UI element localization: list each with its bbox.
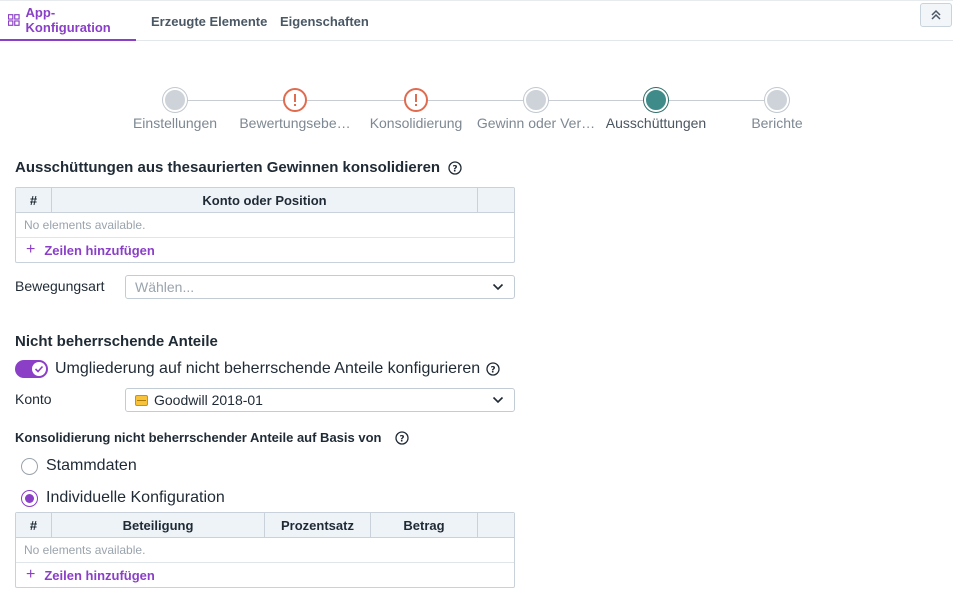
konto-label: Konto (15, 391, 52, 407)
grid-empty-message: No elements available. (16, 538, 514, 563)
warning-icon (283, 88, 307, 112)
svg-text:?: ? (452, 164, 457, 174)
step-dot (524, 88, 548, 112)
add-rows-button[interactable]: + Zeilen hinzufügen (16, 238, 514, 262)
step-konsolidierung[interactable]: Konsolidierung (346, 88, 486, 131)
step-dot-active (644, 88, 668, 112)
select-value: Goodwill 2018-01 (154, 392, 263, 408)
add-rows-label: Zeilen hinzufügen (44, 242, 155, 258)
bewegungsart-label: Bewegungsart (15, 278, 105, 294)
beteiligungen-grid: # Beteiligung Prozentsatz Betrag No elem… (15, 512, 515, 588)
tab-erzeugte-elemente[interactable]: Erzeugte Elemente (151, 1, 267, 41)
column-header-number: # (16, 513, 52, 537)
check-icon (34, 365, 44, 373)
column-header-actions (478, 513, 514, 537)
column-header-betrag: Betrag (371, 513, 478, 537)
add-rows-button[interactable]: + Zeilen hinzufügen (16, 563, 514, 587)
chevron-down-icon (492, 283, 504, 291)
select-placeholder: Wählen... (135, 279, 195, 295)
plus-icon: + (26, 241, 36, 258)
grid-icon (8, 14, 20, 26)
help-icon[interactable]: ? (486, 362, 500, 376)
add-rows-label: Zeilen hinzufügen (44, 567, 155, 583)
konto-select[interactable]: Goodwill 2018-01 (125, 388, 515, 412)
account-icon (135, 394, 148, 406)
column-header-prozentsatz: Prozentsatz (265, 513, 371, 537)
wizard-stepper: Einstellungen Bewertungsebe… Konsolidier… (0, 88, 953, 138)
step-label: Einstellungen (132, 115, 218, 131)
radio-button-checked[interactable] (21, 489, 38, 507)
grid-header: # Beteiligung Prozentsatz Betrag (16, 513, 514, 538)
warning-icon (404, 88, 428, 112)
column-header-beteiligung: Beteiligung (52, 513, 265, 537)
step-einstellungen[interactable]: Einstellungen (105, 88, 245, 131)
step-ausschuettungen[interactable]: Ausschüttungen (586, 88, 726, 131)
column-header-actions (478, 188, 514, 212)
radio-label: Stammdaten (46, 457, 137, 474)
section-title-ausschuettungen: Ausschüttungen aus thesaurierten Gewinne… (15, 159, 462, 176)
svg-text:?: ? (491, 366, 496, 376)
step-label: Berichte (751, 115, 803, 131)
umgliederung-toggle[interactable] (15, 360, 48, 378)
tab-label: Eigenschaften (280, 13, 369, 29)
step-dot (163, 88, 187, 112)
radio-stammdaten[interactable]: Stammdaten (21, 457, 137, 475)
umgliederung-toggle-row: Umgliederung auf nicht beherrschende Ant… (15, 360, 500, 378)
section-title-nicht-beherrschende-anteile: Nicht beherrschende Anteile (15, 333, 218, 350)
basis-heading: Konsolidierung nicht beherrschender Ante… (15, 430, 410, 445)
step-gewinn-oder-verlust[interactable]: Gewinn oder Ver… (466, 88, 606, 131)
chevron-down-icon (492, 396, 504, 404)
tab-label: Erzeugte Elemente (151, 13, 268, 29)
step-label: Gewinn oder Ver… (476, 115, 596, 131)
plus-icon: + (26, 566, 36, 583)
step-bewertungsebene[interactable]: Bewertungsebe… (225, 88, 365, 131)
grid-header: # Konto oder Position (16, 188, 514, 213)
collapse-button[interactable] (920, 3, 952, 27)
column-header-number: # (16, 188, 52, 212)
step-label: Ausschüttungen (605, 115, 707, 131)
radio-label: Individuelle Konfiguration (46, 489, 225, 506)
tab-label: App-Konfiguration (25, 5, 111, 35)
step-berichte[interactable]: Berichte (707, 88, 847, 131)
grid-empty-message: No elements available. (16, 213, 514, 238)
tab-app-konfiguration[interactable]: App-Konfiguration (0, 1, 136, 41)
bewegungsart-select[interactable]: Wählen... (125, 275, 515, 299)
radio-button[interactable] (21, 457, 38, 475)
toggle-knob (32, 362, 46, 376)
tab-bar: App-Konfiguration Erzeugte Elemente Eige… (0, 0, 953, 41)
svg-text:?: ? (400, 434, 405, 444)
step-dot (765, 88, 789, 112)
section-title: Ausschüttungen aus thesaurierten Gewinne… (15, 159, 441, 176)
step-label: Bewertungsebe… (239, 115, 351, 131)
double-chevron-up-icon (931, 9, 941, 20)
tab-eigenschaften[interactable]: Eigenschaften (280, 1, 369, 41)
help-icon[interactable]: ? (395, 430, 410, 445)
positions-grid: # Konto oder Position No elements availa… (15, 187, 515, 263)
help-icon[interactable]: ? (448, 160, 462, 175)
step-label: Konsolidierung (369, 115, 463, 131)
section-title: Nicht beherrschende Anteile (15, 333, 218, 350)
toggle-label: Umgliederung auf nicht beherrschende Ant… (55, 360, 481, 377)
radio-individuelle-konfiguration[interactable]: Individuelle Konfiguration (21, 489, 225, 507)
basis-heading-text: Konsolidierung nicht beherrschender Ante… (15, 430, 382, 445)
column-header-konto: Konto oder Position (52, 188, 478, 212)
